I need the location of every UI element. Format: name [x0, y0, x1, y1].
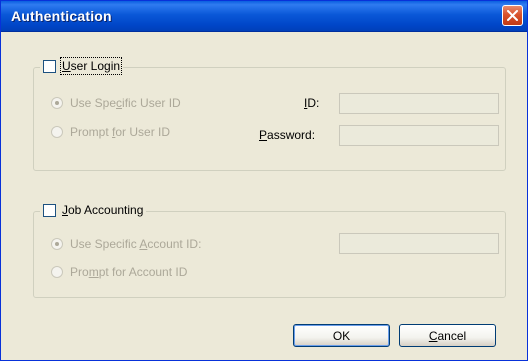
authentication-dialog: Authentication User Login Use Specific U… [0, 0, 528, 361]
job-accounting-legend: Job Accounting [40, 203, 147, 217]
use-specific-user-id-option[interactable]: Use Specific User ID [51, 96, 181, 110]
title-bar[interactable]: Authentication [1, 1, 527, 32]
id-label: ID: [304, 96, 320, 110]
user-login-checkbox[interactable] [43, 59, 56, 73]
prompt-for-user-id-option[interactable]: Prompt for User ID [51, 125, 170, 139]
password-label: Password: [259, 128, 316, 142]
prompt-for-user-id-radio[interactable] [51, 126, 63, 138]
ok-button[interactable]: OK [293, 324, 390, 347]
user-login-group [33, 67, 506, 171]
cancel-button[interactable]: Cancel [399, 324, 496, 347]
use-specific-account-id-radio[interactable] [51, 238, 63, 250]
job-accounting-label[interactable]: Job Accounting [62, 203, 143, 217]
job-accounting-checkbox[interactable] [43, 203, 56, 217]
close-button[interactable] [502, 5, 523, 26]
use-specific-user-id-label: Use Specific User ID [70, 96, 181, 110]
dialog-title: Authentication [11, 8, 112, 24]
user-login-label[interactable]: User Login [59, 57, 123, 75]
job-accounting-group [33, 211, 506, 298]
account-id-field[interactable] [339, 233, 499, 254]
user-login-legend: User Login [40, 57, 124, 75]
prompt-for-user-id-label: Prompt for User ID [70, 125, 171, 139]
prompt-for-account-id-radio[interactable] [51, 266, 63, 278]
id-field[interactable] [339, 93, 499, 114]
close-x-icon [507, 10, 518, 21]
use-specific-account-id-label: Use Specific Account ID: [70, 237, 202, 251]
password-field[interactable] [339, 125, 499, 146]
prompt-for-account-id-label: Prompt for Account ID [70, 265, 188, 279]
use-specific-account-id-option[interactable]: Use Specific Account ID: [51, 237, 201, 251]
prompt-for-account-id-option[interactable]: Prompt for Account ID [51, 265, 187, 279]
use-specific-user-id-radio[interactable] [51, 97, 63, 109]
